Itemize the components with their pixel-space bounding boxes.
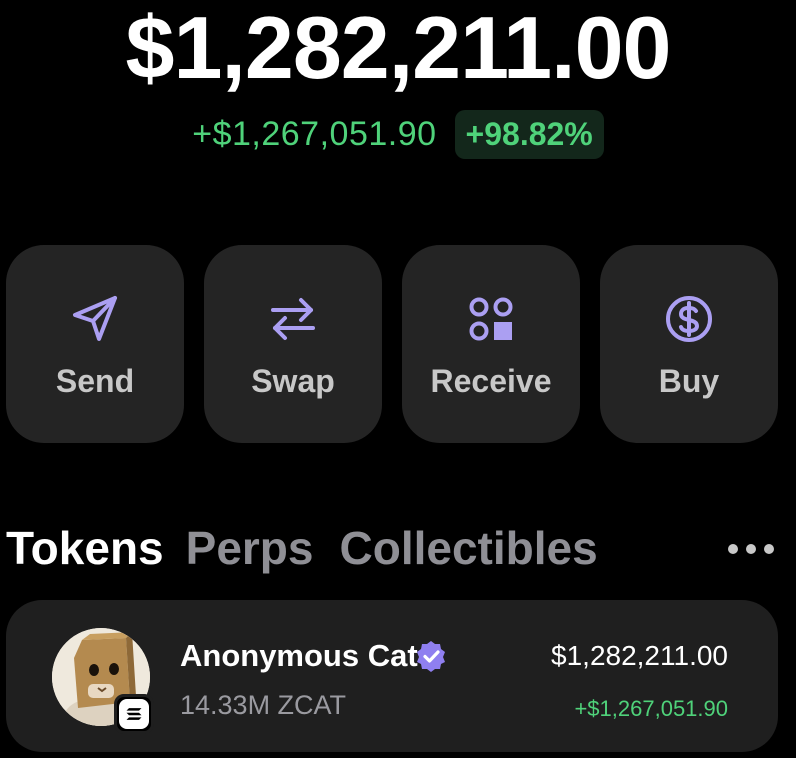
more-options-icon[interactable] <box>728 544 774 554</box>
asset-tabs: Tokens Perps Collectibles <box>6 520 778 576</box>
balance-change-row: +$1,267,051.90 +98.82% <box>0 110 796 159</box>
buy-button[interactable]: Buy <box>600 245 778 443</box>
tab-collectibles[interactable]: Collectibles <box>340 521 598 575</box>
token-value: $1,282,211.00 <box>551 640 728 671</box>
token-change: +$1,267,051.90 <box>574 696 728 721</box>
total-balance: $1,282,211.00 <box>125 0 672 97</box>
send-label: Send <box>55 363 135 399</box>
token-avatar-wrap <box>52 628 154 734</box>
token-row[interactable]: Anonymous Cat 14.33M ZCAT $1,282,211.00 … <box>6 600 778 752</box>
tab-perps[interactable]: Perps <box>186 521 314 575</box>
send-icon <box>73 296 117 341</box>
verified-badge-icon <box>416 641 445 672</box>
token-name: Anonymous Cat <box>180 638 418 673</box>
quick-actions: Send Swap Receive Buy <box>6 245 778 443</box>
token-name-row: Anonymous Cat <box>180 638 448 674</box>
swap-label: Swap <box>251 363 335 399</box>
token-amount: 14.33M ZCAT <box>180 690 347 720</box>
send-button[interactable]: Send <box>6 245 184 443</box>
buy-label: Buy <box>658 363 720 399</box>
dollar-icon <box>666 296 712 342</box>
wallet-home-screen: $1,282,211.00 +$1,267,051.90 +98.82% Sen… <box>0 0 796 758</box>
balance-change-percent-badge: +98.82% <box>454 110 604 159</box>
receive-label: Receive <box>430 363 552 399</box>
tab-tokens[interactable]: Tokens <box>6 521 164 575</box>
solana-icon <box>114 694 154 734</box>
balance-change-amount: +$1,267,051.90 <box>192 115 437 153</box>
receive-button[interactable]: Receive <box>402 245 580 443</box>
swap-icon <box>271 298 315 340</box>
receive-icon <box>469 297 513 341</box>
swap-button[interactable]: Swap <box>204 245 382 443</box>
